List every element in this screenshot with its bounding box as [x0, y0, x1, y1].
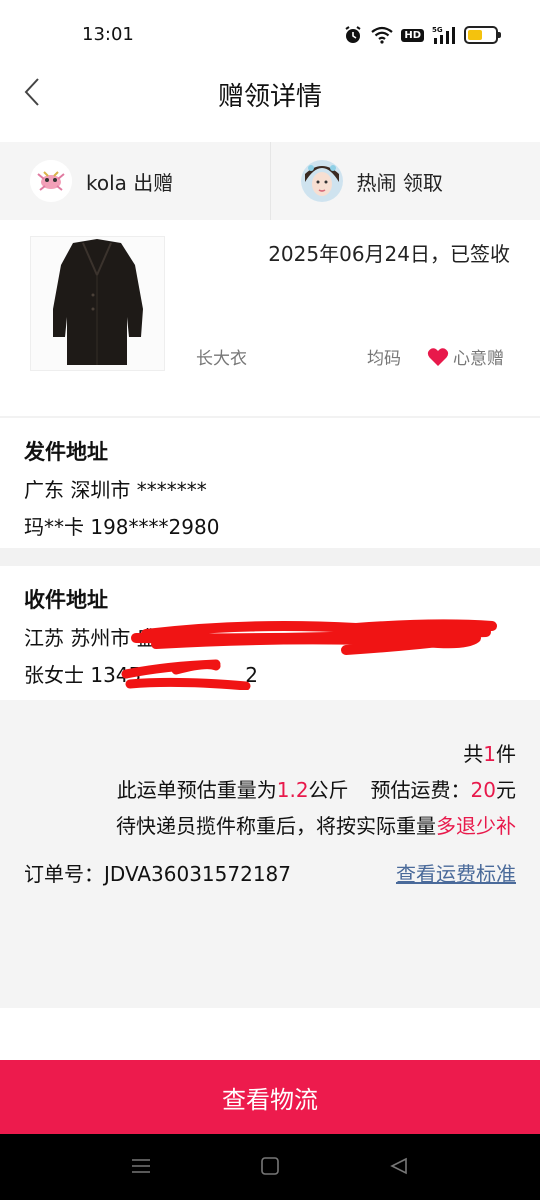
receiver-cell[interactable]: 热闹 领取 — [269, 142, 540, 220]
weigh-note: 待快递员揽件称重后，将按实际重量多退少补 — [116, 810, 516, 839]
redaction-scribble — [121, 619, 497, 690]
sender-contact: 玛**卡 198****2980 — [24, 515, 220, 539]
svg-text:5G: 5G — [432, 26, 443, 34]
item-card[interactable]: 2025年06月24日，已签收 长大衣 均码 心意赠 — [0, 220, 540, 416]
page-title: 赠领详情 — [217, 82, 322, 112]
fee-unit: 元 — [496, 778, 516, 802]
item-tag: 心意赠 — [427, 344, 504, 369]
fee-value: 20 — [470, 778, 496, 802]
sender-title: 发件地址 — [24, 440, 108, 464]
status-icons: HD 5G — [343, 24, 501, 46]
weight-fee-line: 此运单预估重量为1.2公斤 预估运费：20元 — [117, 774, 516, 803]
back-triangle-icon[interactable] — [389, 1156, 409, 1180]
giver-avatar — [30, 160, 72, 202]
home-icon[interactable] — [261, 1156, 279, 1180]
item-status: 2025年06月24日，已签收 — [268, 242, 510, 266]
item-count: 共1件 — [463, 738, 516, 767]
fee-label: 预估运费： — [370, 778, 471, 802]
item-name: 长大衣 — [196, 349, 247, 369]
view-logistics-button[interactable]: 查看物流 — [0, 1060, 540, 1134]
heart-icon — [427, 347, 449, 366]
system-nav-bar — [0, 1134, 540, 1200]
battery-fill — [468, 30, 483, 40]
note-prefix: 待快递员揽件称重后，将按实际重量 — [116, 814, 436, 838]
hd-label: HD — [401, 28, 424, 42]
alarm-icon — [343, 24, 363, 46]
users-row: kola 出赠 热闹 领取 — [0, 142, 540, 220]
receiver-label: 热闹 领取 — [356, 170, 443, 195]
receiver-address-block: 收件地址 江苏 苏州市 盛 张女士 1345 2 — [0, 566, 540, 700]
giver-cell[interactable]: kola 出赠 — [0, 142, 270, 220]
item-count-value: 1 — [483, 742, 496, 766]
giver-label: kola 出赠 — [86, 170, 174, 195]
item-thumbnail — [30, 236, 165, 371]
weight-value: 1.2 — [276, 778, 309, 802]
note-highlight: 多退少补 — [436, 814, 516, 838]
wifi-icon — [371, 24, 394, 46]
item-count-suffix: 件 — [496, 742, 516, 766]
order-number: 订单号：JDVA36031572187 — [24, 862, 292, 886]
item-size: 均码 — [367, 349, 401, 369]
status-bar: 13:01 HD 5G — [0, 0, 540, 70]
hd-icon: HD — [401, 24, 424, 46]
status-time: 13:01 — [82, 24, 134, 45]
weight-unit: 公斤 — [308, 778, 349, 802]
item-count-prefix: 共 — [463, 742, 484, 766]
sender-address: 广东 深圳市 ******* — [24, 478, 207, 502]
battery-icon — [464, 24, 501, 46]
menu-icon[interactable] — [131, 1156, 151, 1180]
divider — [0, 548, 540, 566]
fee-standard-link[interactable]: 查看运费标准 — [396, 858, 516, 887]
weight-prefix: 此运单预估重量为 — [116, 778, 277, 802]
signal-5g-icon: 5G — [432, 24, 456, 46]
item-tag-label: 心意赠 — [453, 349, 504, 369]
receiver-avatar — [300, 160, 343, 202]
shipping-info: 共1件 此运单预估重量为1.2公斤 预估运费：20元 待快递员揽件称重后，将按实际… — [0, 700, 540, 1008]
sender-address-block: 发件地址 广东 深圳市 ******* 玛**卡 198****2980 — [0, 418, 540, 548]
nav-bar: 赠领详情 — [0, 70, 540, 142]
